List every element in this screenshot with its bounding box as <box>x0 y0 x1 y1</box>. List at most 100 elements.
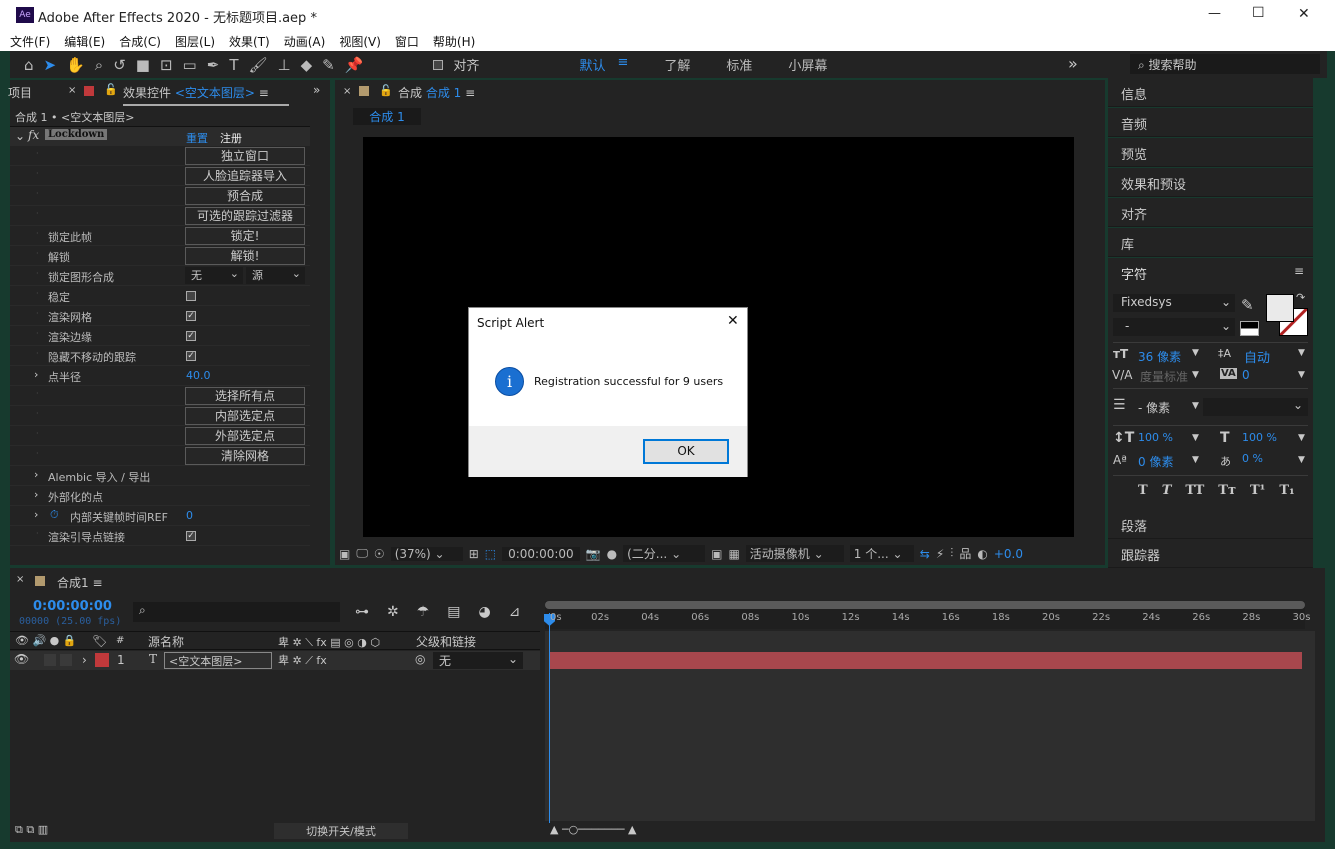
property-button[interactable]: 清除网格 <box>185 447 305 465</box>
menu-item[interactable]: 帮助(H) <box>433 33 475 50</box>
font-style-select[interactable]: - ⌄ <box>1113 318 1235 336</box>
default-colors-icon[interactable] <box>1240 321 1259 336</box>
workspace-tab[interactable]: 默认 <box>579 55 605 74</box>
property-value[interactable]: 40.0 <box>186 369 211 382</box>
layer-label-color[interactable] <box>95 653 109 667</box>
brush-tool-icon[interactable]: 🖌 <box>248 56 267 74</box>
kerning-field[interactable]: 度量标准 <box>1140 368 1188 385</box>
pan-behind-tool-icon[interactable]: ⊡ <box>160 56 173 74</box>
text-style-button[interactable]: T <box>1138 483 1148 498</box>
clone-stamp-icon[interactable]: ⊥ <box>278 56 291 74</box>
search-help-field[interactable]: ⌕ 搜索帮助 <box>1130 54 1320 74</box>
zoom-select[interactable]: (37%) ⌄ <box>390 546 463 561</box>
expand-chevron-icon[interactable]: › <box>82 653 87 667</box>
visibility-eye-icon[interactable]: 👁 <box>14 652 29 666</box>
selection-tool-icon[interactable]: ➤ <box>44 56 57 74</box>
property-select[interactable]: 无 ⌄ <box>185 267 243 284</box>
expand-chevron-icon[interactable]: › <box>34 488 38 501</box>
property-button[interactable]: 选择所有点 <box>185 387 305 405</box>
lock-toggle[interactable] <box>60 654 72 666</box>
workspace-tab[interactable]: 标准 <box>726 55 752 74</box>
column-parent[interactable]: 父级和链接 <box>416 633 476 650</box>
timeline-icon[interactable]: ⫶ <box>950 546 953 561</box>
font-size-field[interactable]: 36 像素 <box>1138 348 1181 365</box>
graph-editor-icon[interactable]: ⊿ <box>509 604 521 620</box>
dropdown-arrow-icon[interactable]: ▼ <box>1298 348 1305 358</box>
property-button[interactable]: 预合成 <box>185 187 305 205</box>
tsume-field[interactable]: 0 % <box>1242 452 1263 465</box>
menu-item[interactable]: 动画(A) <box>284 33 326 50</box>
timeline-timecode[interactable]: 0:00:00:00 <box>33 599 112 614</box>
pickwhip-icon[interactable]: ◎ <box>415 652 425 666</box>
zoom-tool-icon[interactable]: ⌕ <box>95 56 103 74</box>
layer-duration-bar[interactable] <box>550 652 1302 669</box>
property-select[interactable]: 源 ⌄ <box>246 267 305 284</box>
maximize-button[interactable]: ☐ <box>1252 5 1265 21</box>
show-channel-icon[interactable]: ● <box>607 547 617 561</box>
flowchart-icon[interactable]: 品 <box>959 545 971 562</box>
right-panel-item[interactable]: 库 <box>1108 228 1313 257</box>
property-button[interactable]: 内部选定点 <box>185 407 305 425</box>
close-tab-icon[interactable]: × <box>68 85 76 96</box>
lock-icon[interactable]: 🔓 <box>104 83 118 96</box>
collapse-chevron-icon[interactable]: ⌄ <box>15 129 25 143</box>
minimize-button[interactable]: — <box>1208 6 1221 21</box>
pen-tool-icon[interactable]: ✒ <box>207 56 220 74</box>
mask-icon[interactable]: ☉ <box>374 547 385 561</box>
right-panel-item[interactable]: 对齐 <box>1108 198 1313 227</box>
layer-row[interactable]: 👁 › 1 T <空文本图层> 卑 ✲ ⟋ fx ◎ 无 ⌄ <box>10 651 540 670</box>
close-tab-icon[interactable]: × <box>343 86 351 97</box>
timecode-field[interactable]: 0:00:00:00 <box>502 546 580 561</box>
tab-timeline-comp[interactable]: 合成1 ≡ <box>57 574 103 591</box>
stroke-width-field[interactable]: - 像素 <box>1138 399 1170 416</box>
grid-icon[interactable]: ⊞ <box>469 547 479 561</box>
playhead[interactable] <box>549 613 550 823</box>
fx-icon[interactable]: fx <box>28 128 39 142</box>
rectangle-tool-icon[interactable]: ▭ <box>183 56 197 74</box>
text-style-button[interactable]: T¹ <box>1250 483 1265 498</box>
project-tab[interactable]: 项目 <box>8 84 32 101</box>
draft-3d-icon[interactable]: ✲ <box>387 604 399 620</box>
dropdown-arrow-icon[interactable]: ▼ <box>1298 433 1305 443</box>
text-style-button[interactable]: TT <box>1185 483 1204 498</box>
dropdown-arrow-icon[interactable]: ▼ <box>1192 455 1199 465</box>
column-source-name[interactable]: 源名称 <box>148 633 184 650</box>
transparency-grid-icon[interactable]: ▦ <box>728 547 739 561</box>
workspace-tab[interactable]: 了解 <box>664 55 690 74</box>
property-button[interactable]: 解锁! <box>185 247 305 265</box>
stopwatch-icon[interactable]: ⏱ <box>50 508 59 522</box>
snapshot-toggle-icon[interactable]: ▣ <box>339 547 350 561</box>
dropdown-arrow-icon[interactable]: ▼ <box>1192 433 1199 443</box>
footer-icons[interactable]: ⧉ ⧉ ▥ <box>15 823 48 837</box>
menu-item[interactable]: 编辑(E) <box>64 33 105 50</box>
close-tab-icon[interactable]: × <box>16 574 24 585</box>
ok-button[interactable]: OK <box>643 439 729 464</box>
exposure-icon[interactable]: ◐ <box>977 547 987 561</box>
expand-chevron-icon[interactable]: › <box>34 368 38 381</box>
text-style-button[interactable]: T <box>1162 483 1172 498</box>
dropdown-arrow-icon[interactable]: ▼ <box>1298 370 1305 380</box>
property-checkbox[interactable]: ✓ <box>186 331 196 341</box>
menu-item[interactable]: 效果(T) <box>229 33 270 50</box>
reset-link[interactable]: 重置 <box>186 130 208 146</box>
property-button[interactable]: 外部选定点 <box>185 427 305 445</box>
menu-item[interactable]: 窗口 <box>395 33 419 50</box>
property-checkbox[interactable]: ✓ <box>186 531 196 541</box>
close-button[interactable]: ✕ <box>1298 6 1310 22</box>
paragraph-panel[interactable]: 段落 <box>1108 510 1313 539</box>
menu-item[interactable]: 图层(L) <box>175 33 215 50</box>
views-select[interactable]: 1 个... ⌄ <box>849 545 914 562</box>
align-checkbox[interactable] <box>433 59 444 70</box>
layer-search-input[interactable]: ⌕ <box>133 602 340 622</box>
workspace-tab[interactable]: 小屏幕 <box>788 55 827 74</box>
property-checkbox[interactable]: ✓ <box>186 311 196 321</box>
motion-blur-icon[interactable]: ◕ <box>479 604 491 620</box>
layer-name[interactable]: <空文本图层> <box>164 652 272 669</box>
work-area-bar[interactable] <box>545 601 1305 609</box>
dropdown-arrow-icon[interactable]: ▼ <box>1192 348 1199 358</box>
property-button[interactable]: 人脸追踪器导入 <box>185 167 305 185</box>
camera-select[interactable]: 活动摄像机 ⌄ <box>745 545 844 562</box>
home-icon[interactable]: ⌂ <box>24 56 34 74</box>
comp-subtab[interactable]: 合成 1 <box>353 108 421 125</box>
text-style-button[interactable]: T₁ <box>1279 483 1294 498</box>
